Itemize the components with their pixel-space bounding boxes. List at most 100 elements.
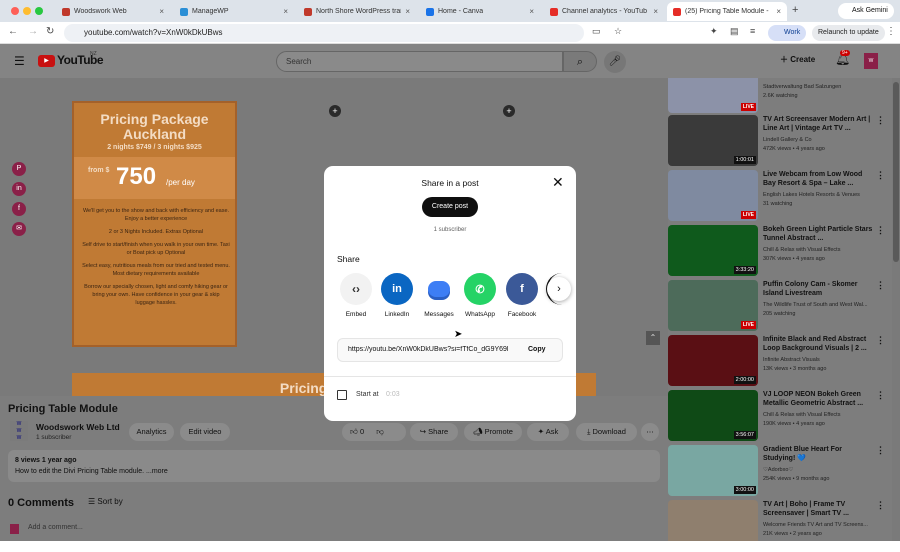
browser-tab[interactable]: Home - Canva × <box>420 2 540 21</box>
extensions-puzzle-icon[interactable]: ✦ <box>710 26 718 37</box>
browser-tab[interactable]: ManageWP × <box>174 2 294 21</box>
copy-link-button[interactable]: Copy <box>528 346 546 353</box>
related-video-title[interactable]: Puffin Colony Cam - Skomer Island Livest… <box>763 280 875 298</box>
tab-close-icon[interactable]: × <box>529 7 534 16</box>
messages-icon[interactable] <box>423 273 455 305</box>
chrome-menu-icon[interactable]: ⋮ <box>886 26 896 37</box>
share-link-field[interactable]: https://youtu.be/XnW0kDkUBws?si=fTfCo_dG… <box>337 338 563 362</box>
video-menu-icon[interactable]: ⋮ <box>876 115 885 126</box>
tab-close-icon[interactable]: × <box>405 7 410 16</box>
browser-tab[interactable]: Channel analytics - YouTub × <box>544 2 664 21</box>
related-video-title[interactable]: TV Art Screensaver Modern Art | Line Art… <box>763 115 875 133</box>
share-target-label: Messages <box>424 311 454 318</box>
related-video-title[interactable]: TV Art | Boho | Frame TV Screensaver | S… <box>763 500 875 518</box>
start-at-checkbox[interactable] <box>337 390 347 400</box>
video-thumbnail[interactable]: 1:00:01 <box>668 115 758 166</box>
bookmark-star-icon[interactable]: ☆ <box>614 26 622 37</box>
related-video-channel[interactable]: Infinite Abstract Visuals <box>763 357 881 364</box>
related-video-title[interactable]: Live Webcam from Low Wood Bay Resort & S… <box>763 170 875 188</box>
sidepanel-icon[interactable]: ▤ <box>730 26 739 37</box>
ask-gemini-button[interactable]: Ask Gemini <box>838 3 894 19</box>
address-bar[interactable]: youtube.com/watch?v=XnW0kDkUBws <box>64 24 584 42</box>
related-video-channel[interactable]: The Wildlife Trust of South and West Wal… <box>763 302 881 309</box>
share-target-messages[interactable]: Messages <box>423 273 455 318</box>
reload-icon[interactable]: ↻ <box>46 26 54 37</box>
related-video-channel[interactable]: Chill & Relax with Visual Effects <box>763 412 881 419</box>
search-icon[interactable]: ⌕ <box>563 51 597 72</box>
media-controls-icon[interactable]: ≡ <box>750 26 755 36</box>
new-tab-button[interactable]: + <box>792 4 798 16</box>
video-menu-icon[interactable]: ⋮ <box>876 445 885 456</box>
video-menu-icon[interactable]: ⋮ <box>876 225 885 236</box>
video-menu-icon[interactable]: ⋮ <box>876 170 885 181</box>
video-thumbnail[interactable]: LIVE <box>668 280 758 331</box>
search-input[interactable]: Search <box>276 51 563 72</box>
related-video-channel[interactable]: Chill & Relax with Visual Effects <box>763 247 881 254</box>
share-target-whatsapp[interactable]: ✆ WhatsApp <box>464 273 496 318</box>
back-icon[interactable]: ← <box>8 26 18 37</box>
video-thumbnail[interactable]: 3:56:07 <box>668 390 758 441</box>
facebook-icon[interactable]: f <box>506 273 538 305</box>
hamburger-menu-icon[interactable]: ☰ <box>14 54 25 68</box>
related-video-item[interactable]: TV Art | Boho | Frame TV Screensaver | S… <box>668 500 888 541</box>
related-video-item[interactable]: 2:00:00 Infinite Black and Red Abstract L… <box>668 335 888 387</box>
voice-search-icon[interactable]: 🎤︎ <box>604 51 626 73</box>
related-video-channel[interactable]: ♡Adorbxo♡ <box>763 467 881 474</box>
related-video-channel[interactable]: Lindell Gallery & Co <box>763 137 881 144</box>
related-video-title[interactable]: Infinite Black and Red Abstract Loop Bac… <box>763 335 875 353</box>
tab-label: (25) Pricing Table Module - <box>685 8 769 15</box>
video-thumbnail[interactable]: 2:00:00 <box>668 335 758 386</box>
related-video-title[interactable]: Bokeh Green Light Particle Stars Tunnel … <box>763 225 875 243</box>
whatsapp-icon[interactable]: ✆ <box>464 273 496 305</box>
relaunch-button[interactable]: Relaunch to update <box>812 25 885 41</box>
related-video-title[interactable]: Gradient Blue Heart For Studying! 💙 <box>763 445 875 463</box>
related-video-item[interactable]: 3:56:07 VJ LOOP NEON Bokeh Green Metallic… <box>668 390 888 442</box>
scrollbar-thumb[interactable] <box>893 82 899 262</box>
cast-icon[interactable]: ▭ <box>592 26 601 37</box>
related-video-item[interactable]: 1:00:01 TV Art Screensaver Modern Art | L… <box>668 115 888 167</box>
related-video-meta: 31 watching <box>763 201 793 207</box>
related-video-item[interactable]: LIVE Live Webcam from Low Wood Bay Resort… <box>668 170 888 222</box>
video-menu-icon[interactable]: ⋮ <box>876 390 885 401</box>
video-thumbnail[interactable]: LIVE <box>668 170 758 221</box>
profile-work-button[interactable]: Work <box>768 25 807 41</box>
video-thumbnail[interactable] <box>668 500 758 541</box>
related-video-channel[interactable]: Stadtverwaltung Bad Salzungen <box>763 84 881 91</box>
tab-close-icon[interactable]: × <box>159 7 164 16</box>
embed-icon[interactable]: ‹› <box>340 273 372 305</box>
related-video-item[interactable]: 3:33:20 Bokeh Green Light Particle Stars … <box>668 225 888 277</box>
minimize-window-button[interactable] <box>23 7 31 15</box>
related-video-item[interactable]: LIVE Puffin Colony Cam - Skomer Island Li… <box>668 280 888 332</box>
share-target-embed[interactable]: ‹› Embed <box>340 273 372 318</box>
share-target-facebook[interactable]: f Facebook <box>506 273 538 318</box>
related-video-item[interactable]: 3:00:00 Gradient Blue Heart For Studying!… <box>668 445 888 497</box>
close-icon[interactable]: ✕ <box>552 174 564 191</box>
related-video-channel[interactable]: English Lakes Hotels Resorts & Venues <box>763 192 881 199</box>
video-menu-icon[interactable]: ⋮ <box>876 500 885 511</box>
tab-close-icon[interactable]: × <box>653 7 658 16</box>
duration-badge: 3:00:00 <box>733 486 756 494</box>
maximize-window-button[interactable] <box>35 7 43 15</box>
related-video-channel[interactable]: Welcome Friends TV Art and TV Screens... <box>763 522 881 529</box>
start-at-time-input[interactable]: 0:03 <box>386 391 400 398</box>
video-thumbnail[interactable]: 3:00:00 <box>668 445 758 496</box>
related-video-title[interactable]: VJ LOOP NEON Bokeh Green Metallic Geomet… <box>763 390 875 408</box>
video-menu-icon[interactable]: ⋮ <box>876 280 885 291</box>
share-link-url[interactable]: https://youtu.be/XnW0kDkUBws?si=fTfCo_dG… <box>348 346 520 353</box>
create-post-button[interactable]: Create post <box>422 197 478 217</box>
video-menu-icon[interactable]: ⋮ <box>876 335 885 346</box>
next-arrow-icon[interactable]: › <box>547 277 571 301</box>
browser-tab[interactable]: Woodswork Web × <box>56 2 170 21</box>
account-avatar[interactable]: W <box>864 53 878 69</box>
close-window-button[interactable] <box>11 7 19 15</box>
browser-tab[interactable]: (25) Pricing Table Module - × <box>667 2 787 21</box>
tab-close-icon[interactable]: × <box>283 7 288 16</box>
video-thumbnail[interactable]: 3:33:20 <box>668 225 758 276</box>
linkedin-icon[interactable]: in <box>381 273 413 305</box>
youtube-logo-icon[interactable]: ▶ <box>38 55 55 67</box>
tab-close-icon[interactable]: × <box>776 7 781 16</box>
forward-icon[interactable]: → <box>28 26 38 37</box>
share-target-linkedin[interactable]: in LinkedIn <box>381 273 413 318</box>
browser-tab[interactable]: North Shore WordPress trai × <box>298 2 416 21</box>
create-button[interactable]: ＋ Create <box>780 54 815 65</box>
